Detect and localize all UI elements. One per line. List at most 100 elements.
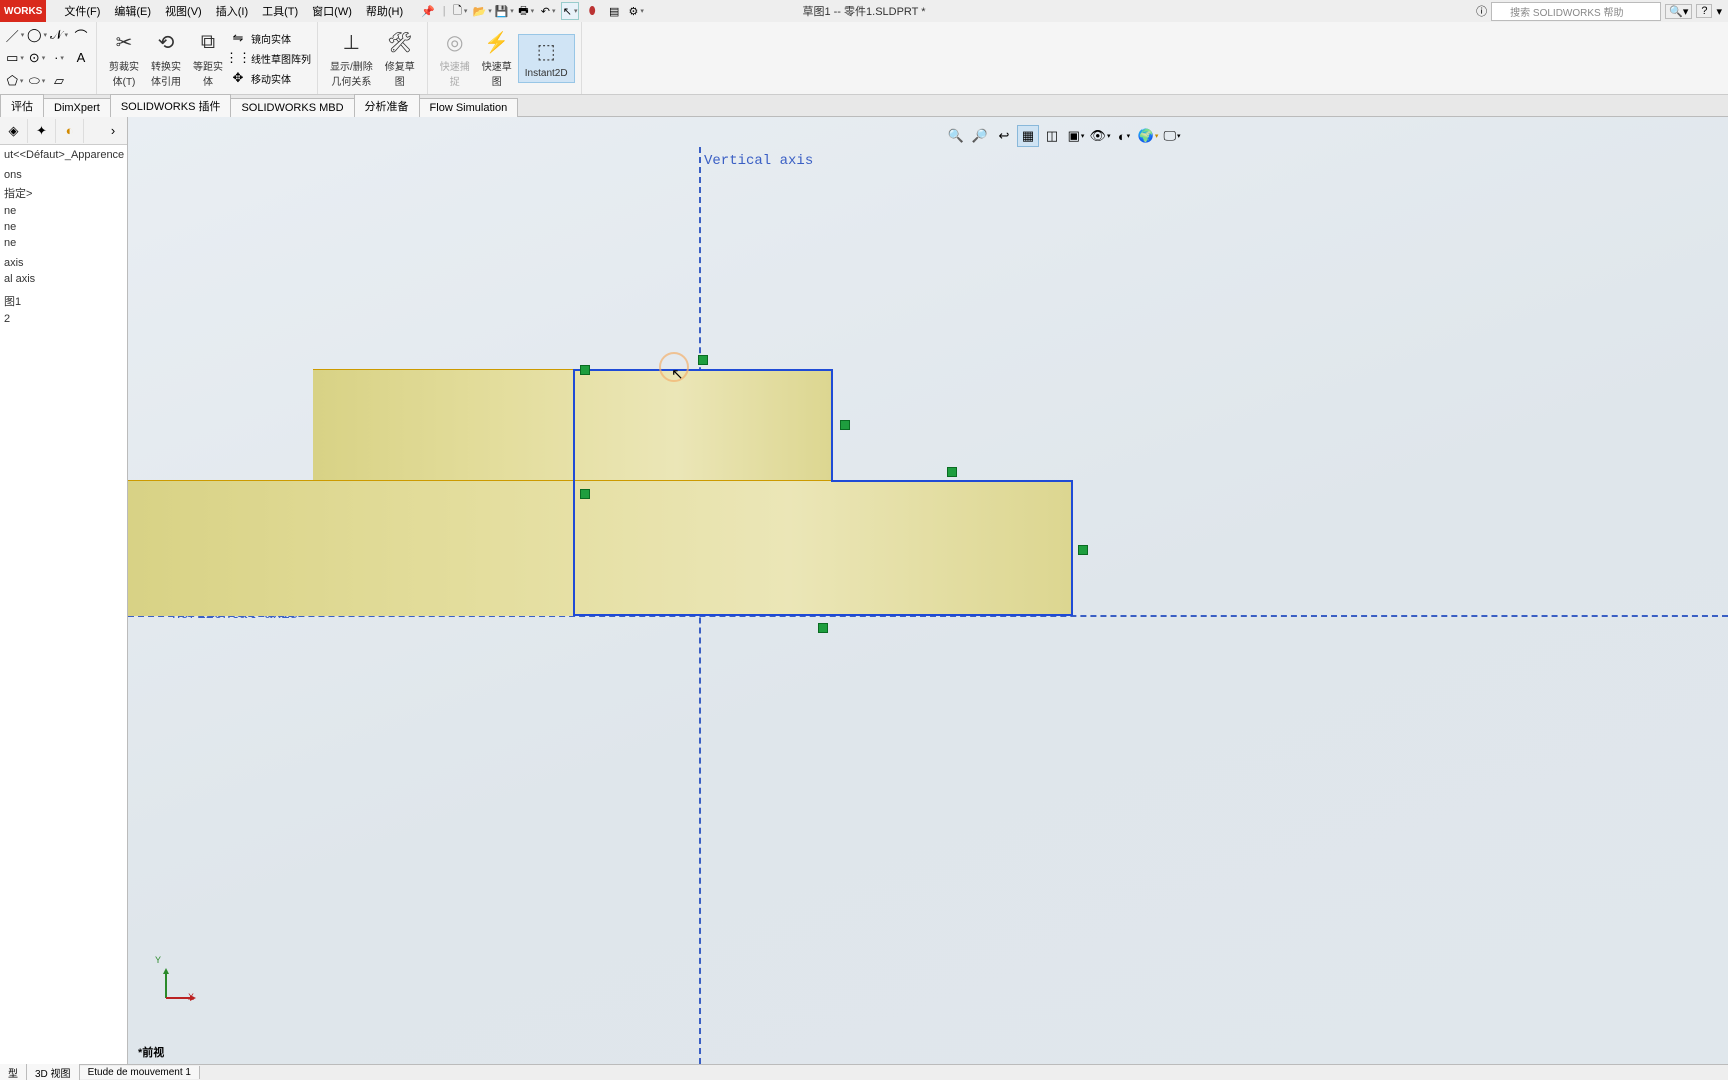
new-file-icon[interactable]: 🗋 (451, 2, 469, 20)
side-tab-bar: ◈ ✦ ◐ › (0, 117, 127, 145)
menu-insert[interactable]: 插入(I) (210, 1, 254, 21)
linear-pattern-button[interactable]: ⋮⋮线性草图阵列 (229, 49, 311, 67)
fillet-tool-icon[interactable]: ⌒ (72, 26, 90, 44)
tree-root[interactable]: ut<<Défaut>_Apparence Et (4, 147, 123, 163)
section-view-icon[interactable]: ▦ (1017, 125, 1039, 147)
tree-item[interactable]: 2 (4, 311, 123, 327)
feature-tree[interactable]: ut<<Défaut>_Apparence Et ons 指定> ne ne n… (0, 145, 127, 329)
point-tool-icon[interactable]: · (50, 49, 68, 67)
tree-item[interactable]: ne (4, 219, 123, 235)
sketch-relation-icon[interactable] (1078, 545, 1088, 555)
rapid-sketch-button[interactable]: ⚡快速草 图 (476, 25, 518, 91)
arc-tool-icon[interactable]: ⊙ (28, 49, 46, 67)
menu-tools[interactable]: 工具(T) (256, 1, 304, 21)
tab-mbd[interactable]: SOLIDWORKS MBD (230, 98, 354, 117)
prev-view-icon[interactable]: ↩ (993, 125, 1015, 147)
trim-button[interactable]: ✂剪裁实 体(T) (103, 25, 145, 91)
sketch-edge[interactable] (573, 369, 575, 616)
show-relations-button[interactable]: ⊥显示/删除 几何关系 (324, 25, 379, 91)
offset-button[interactable]: ⧉等距实 体 (187, 25, 229, 91)
bottom-tab-3dview[interactable]: 3D 视图 (27, 1064, 80, 1080)
sketch-relation-icon[interactable] (947, 467, 957, 477)
title-bar: WORKS 文件(F) 编辑(E) 视图(V) 插入(I) 工具(T) 窗口(W… (0, 0, 1728, 22)
sketch-edge[interactable] (831, 369, 833, 482)
mirror-button[interactable]: ⇋镜向实体 (229, 29, 311, 47)
view-name-label: *前视 (138, 1044, 164, 1060)
instant2d-button[interactable]: ⬚Instant2D (518, 34, 575, 83)
save-icon[interactable]: 💾 (495, 2, 513, 20)
tab-analysis-prep[interactable]: 分析准备 (354, 94, 420, 117)
tab-plugins[interactable]: SOLIDWORKS 插件 (110, 94, 232, 117)
help-dropdown[interactable]: ▾ (1716, 5, 1722, 18)
sketch-relation-icon[interactable] (698, 355, 708, 365)
tab-dimxpert[interactable]: DimXpert (43, 98, 111, 117)
render-icon[interactable]: 🖵 (1161, 125, 1183, 147)
tree-item[interactable]: axis (4, 255, 123, 271)
config-tab-icon[interactable]: ◐ (56, 119, 84, 143)
sketch-relation-icon[interactable] (840, 420, 850, 430)
tree-item[interactable]: ons (4, 167, 123, 183)
property-tab-icon[interactable]: ✦ (28, 119, 56, 143)
tree-item[interactable]: al axis (4, 271, 123, 287)
triad-y-label: Y (155, 955, 161, 965)
spline-tool-icon[interactable]: 𝒩 (50, 26, 68, 44)
circle-tool-icon[interactable]: ◯ (28, 26, 46, 44)
tree-item[interactable]: ne (4, 235, 123, 251)
sketch-relation-icon[interactable] (580, 365, 590, 375)
sketch-edge[interactable] (573, 614, 1073, 616)
vertical-axis-label: Vertical axis (704, 153, 813, 169)
repair-sketch-button[interactable]: 🛠修复草 图 (379, 25, 421, 91)
open-file-icon[interactable]: 📂 (473, 2, 491, 20)
text-tool-icon[interactable]: A (72, 49, 90, 67)
zoom-fit-icon[interactable]: 🔍 (945, 125, 967, 147)
help-button[interactable]: ? (1696, 4, 1712, 18)
rebuild-icon[interactable]: ⬮ (583, 2, 601, 20)
bottom-tab-bar: 型 3D 视图 Etude de mouvement 1 (0, 1064, 1728, 1080)
graphics-viewport[interactable]: 🔍 🔎 ↩ ▦ ◫ ▣ 👁 ◐ 🌍 🖵 Vertical axis Horizo… (128, 117, 1728, 1064)
select-icon[interactable]: ↖ (561, 2, 579, 20)
slot-tool-icon[interactable]: ▱ (50, 72, 68, 90)
polygon-tool-icon[interactable]: ⬠ (6, 72, 24, 90)
menu-view[interactable]: 视图(V) (159, 1, 208, 21)
menu-window[interactable]: 窗口(W) (306, 1, 358, 21)
feature-tree-tab-icon[interactable]: ◈ (0, 119, 28, 143)
menu-file[interactable]: 文件(F) (58, 1, 106, 21)
menu-bar: 文件(F) 编辑(E) 视图(V) 插入(I) 工具(T) 窗口(W) 帮助(H… (58, 1, 409, 21)
search-input[interactable]: 搜索 SOLIDWORKS 帮助 (1491, 2, 1661, 21)
sketch-relation-icon[interactable] (818, 623, 828, 633)
quick-access-toolbar: 📌 | 🗋 📂 💾 🖶 ↶ ↖ ⬮ ▤ ⚙ (419, 2, 645, 20)
rectangle-tool-icon[interactable]: ▭ (6, 49, 24, 67)
menu-edit[interactable]: 编辑(E) (108, 1, 157, 21)
settings-icon[interactable]: ⚙ (627, 2, 645, 20)
print-icon[interactable]: 🖶 (517, 2, 535, 20)
expand-tabs-icon[interactable]: › (99, 119, 127, 143)
tree-item[interactable]: 图1 (4, 291, 123, 311)
move-button[interactable]: ✥移动实体 (229, 69, 311, 87)
pin-icon[interactable]: 📌 (419, 2, 437, 20)
tab-evaluate[interactable]: 评估 (0, 94, 44, 117)
line-tool-icon[interactable]: ／ (6, 26, 24, 44)
bottom-tab-motion[interactable]: Etude de mouvement 1 (80, 1066, 200, 1079)
options-list-icon[interactable]: ▤ (605, 2, 623, 20)
view-orient-icon[interactable]: ◫ (1041, 125, 1063, 147)
search-icon[interactable]: 🔍▾ (1665, 4, 1692, 19)
convert-button[interactable]: ⟲转换实 体引用 (145, 25, 187, 91)
tab-flow-sim[interactable]: Flow Simulation (419, 98, 519, 117)
display-style-icon[interactable]: ▣ (1065, 125, 1087, 147)
ellipse-tool-icon[interactable]: ⬭ (28, 72, 46, 90)
bottom-tab-model[interactable]: 型 (0, 1064, 27, 1080)
hide-show-icon[interactable]: 👁 (1089, 125, 1111, 147)
sketch-edge[interactable] (831, 480, 1073, 482)
sketch-relation-icon[interactable] (580, 489, 590, 499)
sketch-edge[interactable] (573, 369, 833, 371)
help-balloon-icon[interactable]: ⓘ (1476, 3, 1487, 19)
search-area: ⓘ 搜索 SOLIDWORKS 帮助 🔍▾ ? ▾ (1476, 2, 1728, 21)
undo-icon[interactable]: ↶ (539, 2, 557, 20)
menu-help[interactable]: 帮助(H) (360, 1, 409, 21)
tree-item[interactable]: 指定> (4, 183, 123, 203)
sketch-edge[interactable] (1071, 480, 1073, 616)
scene-icon[interactable]: ◐ (1113, 125, 1135, 147)
tree-item[interactable]: ne (4, 203, 123, 219)
zoom-area-icon[interactable]: 🔎 (969, 125, 991, 147)
appearance-icon[interactable]: 🌍 (1137, 125, 1159, 147)
